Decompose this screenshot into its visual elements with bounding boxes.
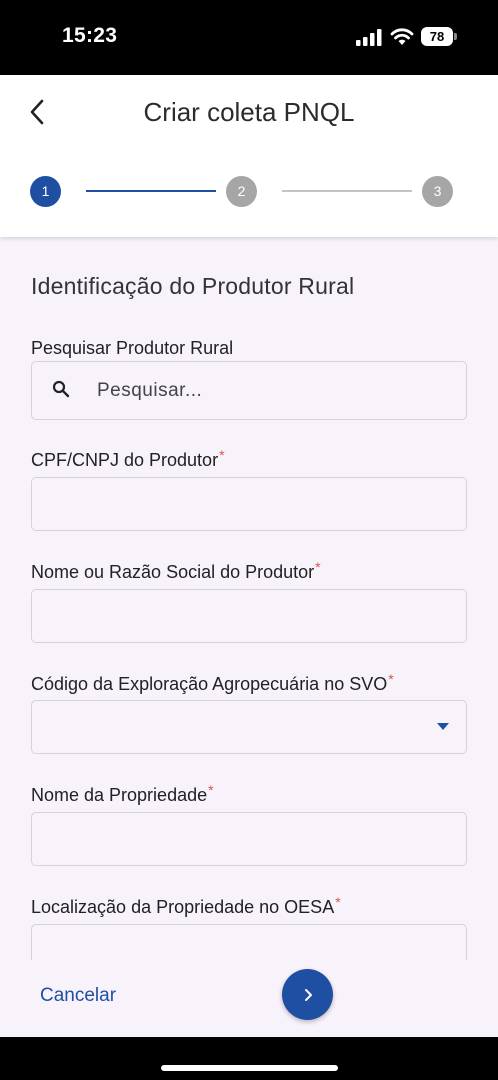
step-1-indicator[interactable]: 1 bbox=[30, 176, 61, 207]
signal-icon bbox=[356, 29, 382, 46]
next-button[interactable] bbox=[282, 969, 333, 1020]
localizacao-label: Localização da Propriedade no OESA* bbox=[31, 894, 341, 918]
step-connector-1 bbox=[86, 190, 216, 192]
required-mark: * bbox=[335, 894, 341, 910]
nome-razao-label-text: Nome ou Razão Social do Produtor bbox=[31, 562, 315, 582]
step-connector-2 bbox=[282, 190, 412, 192]
step-3-indicator[interactable]: 3 bbox=[422, 176, 453, 207]
localizacao-label-text: Localização da Propriedade no OESA bbox=[31, 897, 335, 917]
search-label: Pesquisar Produtor Rural bbox=[31, 338, 234, 358]
required-mark: * bbox=[208, 782, 214, 798]
section-title: Identificação do Produtor Rural bbox=[31, 273, 355, 299]
search-input[interactable]: Pesquisar... bbox=[31, 361, 467, 420]
battery-level: 78 bbox=[421, 27, 453, 46]
cpf-cnpj-label-text: CPF/CNPJ do Produtor bbox=[31, 450, 219, 470]
wifi-icon bbox=[390, 28, 414, 45]
required-mark: * bbox=[388, 671, 394, 687]
form-content[interactable]: Identificação do Produtor Rural Pesquisa… bbox=[0, 237, 498, 1037]
page-title: Criar coleta PNQL bbox=[143, 97, 355, 127]
cpf-cnpj-label: CPF/CNPJ do Produtor* bbox=[31, 447, 225, 471]
codigo-exploracao-label-text: Código da Exploração Agropecuária no SVO bbox=[31, 674, 388, 694]
caret-down-icon[interactable] bbox=[437, 723, 449, 730]
search-placeholder: Pesquisar... bbox=[97, 380, 203, 401]
cancel-button[interactable]: Cancelar bbox=[40, 985, 116, 1007]
nome-razao-label: Nome ou Razão Social do Produtor* bbox=[31, 559, 321, 583]
home-indicator[interactable] bbox=[161, 1065, 338, 1071]
status-bar: 15:23 78 bbox=[0, 0, 498, 75]
cpf-cnpj-field[interactable] bbox=[31, 477, 467, 531]
required-mark: * bbox=[219, 447, 225, 463]
footer-bar: Cancelar bbox=[0, 960, 498, 1037]
step-2-indicator[interactable]: 2 bbox=[226, 176, 257, 207]
nome-razao-field[interactable] bbox=[31, 589, 467, 643]
required-mark: * bbox=[315, 559, 321, 575]
battery-icon: 78 bbox=[421, 27, 457, 46]
app-header: Criar coleta PNQL 1 2 3 bbox=[0, 75, 498, 237]
codigo-exploracao-select[interactable] bbox=[31, 700, 467, 754]
codigo-exploracao-label: Código da Exploração Agropecuária no SVO… bbox=[31, 671, 394, 695]
battery-cap bbox=[454, 33, 457, 40]
search-icon bbox=[52, 380, 70, 398]
nome-propriedade-label: Nome da Propriedade* bbox=[31, 782, 214, 806]
home-indicator-area bbox=[0, 1037, 498, 1080]
nome-propriedade-field[interactable] bbox=[31, 812, 467, 866]
status-time: 15:23 bbox=[62, 24, 118, 47]
nome-propriedade-label-text: Nome da Propriedade bbox=[31, 785, 208, 805]
chevron-right-icon bbox=[304, 988, 312, 1001]
